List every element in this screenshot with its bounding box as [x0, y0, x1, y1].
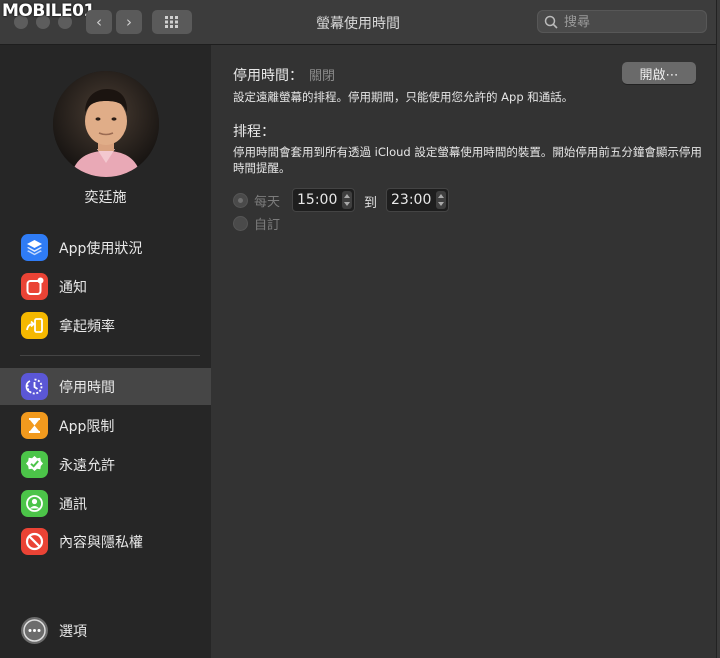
turn-on-button[interactable]: 開啟⋯	[622, 62, 696, 84]
more-options-icon	[21, 617, 48, 644]
every-day-label: 每天	[254, 195, 281, 210]
avatar[interactable]	[53, 71, 159, 177]
downtime-label: 停用時間：	[233, 68, 303, 84]
downtime-pane: 停用時間： 關閉 開啟⋯ 設定遠離螢幕的排程。停用期間，只能使用您允許的 App…	[211, 45, 716, 658]
sidebar: 奕廷施 App使用狀況 通知 拿起頻率 停用時間 App限制 永遠允許 通訊 內…	[0, 45, 211, 658]
contact-icon	[21, 490, 48, 517]
sidebar-item-label: 拿起頻率	[59, 319, 115, 335]
hourglass-icon	[21, 412, 48, 439]
sidebar-item-label: 通知	[59, 280, 87, 296]
sidebar-item-always-allowed[interactable]: 永遠允許	[0, 446, 211, 483]
sidebar-options[interactable]: 選項	[0, 612, 211, 649]
to-label: 到	[364, 196, 378, 211]
end-time-stepper[interactable]: 23:00	[386, 188, 449, 212]
sidebar-item-downtime[interactable]: 停用時間	[0, 368, 211, 405]
sidebar-item-label: App限制	[59, 419, 115, 435]
checkmark-badge-icon	[21, 451, 48, 478]
sidebar-item-pickups[interactable]: 拿起頻率	[0, 307, 211, 344]
downtime-icon	[21, 373, 48, 400]
sidebar-divider	[20, 355, 200, 356]
every-day-radio[interactable]	[233, 193, 248, 208]
user-name: 奕廷施	[84, 190, 127, 206]
start-time-stepper[interactable]: 15:00	[292, 188, 355, 212]
downtime-description: 設定遠離螢幕的排程。停用期間，只能使用您允許的 App 和通話。	[233, 90, 574, 104]
end-time-stepper-arrows[interactable]	[436, 191, 446, 209]
sidebar-item-label: 停用時間	[59, 380, 115, 396]
pickup-icon	[21, 312, 48, 339]
screen-time-window: MOBILE01 ‹ › 螢幕使用時間 搜尋 奕廷施 App使用狀況 通知 拿起…	[0, 0, 717, 658]
custom-label: 自訂	[254, 218, 281, 233]
sidebar-item-label: App使用狀況	[59, 241, 143, 257]
schedule-label: 排程：	[233, 124, 275, 140]
sidebar-item-communication[interactable]: 通訊	[0, 485, 211, 522]
start-time-stepper-arrows[interactable]	[342, 191, 352, 209]
sidebar-item-label: 通訊	[59, 497, 87, 513]
sidebar-item-content-privacy[interactable]: 內容與隱私權	[0, 523, 211, 560]
search-input[interactable]	[562, 12, 706, 33]
title-bar: MOBILE01 ‹ › 螢幕使用時間	[0, 0, 716, 45]
sidebar-item-label: 永遠允許	[59, 458, 115, 474]
custom-radio[interactable]	[233, 216, 248, 231]
downtime-status: 關閉	[309, 69, 336, 84]
sidebar-item-notifications[interactable]: 通知	[0, 268, 211, 305]
sidebar-item-label: 內容與隱私權	[59, 535, 143, 551]
layers-icon	[21, 234, 48, 261]
start-time-value: 15:00	[297, 192, 338, 208]
search-icon	[544, 15, 558, 29]
sidebar-item-app-usage[interactable]: App使用狀況	[0, 229, 211, 266]
notification-icon	[21, 273, 48, 300]
end-time-value: 23:00	[391, 192, 432, 208]
search-field[interactable]	[537, 10, 707, 33]
schedule-description: 停用時間會套用到所有透過 iCloud 設定螢幕使用時間的裝置。開始停用前五分鐘…	[233, 145, 702, 175]
options-label: 選項	[59, 624, 87, 640]
sidebar-item-app-limits[interactable]: App限制	[0, 407, 211, 444]
restriction-icon	[21, 528, 48, 555]
